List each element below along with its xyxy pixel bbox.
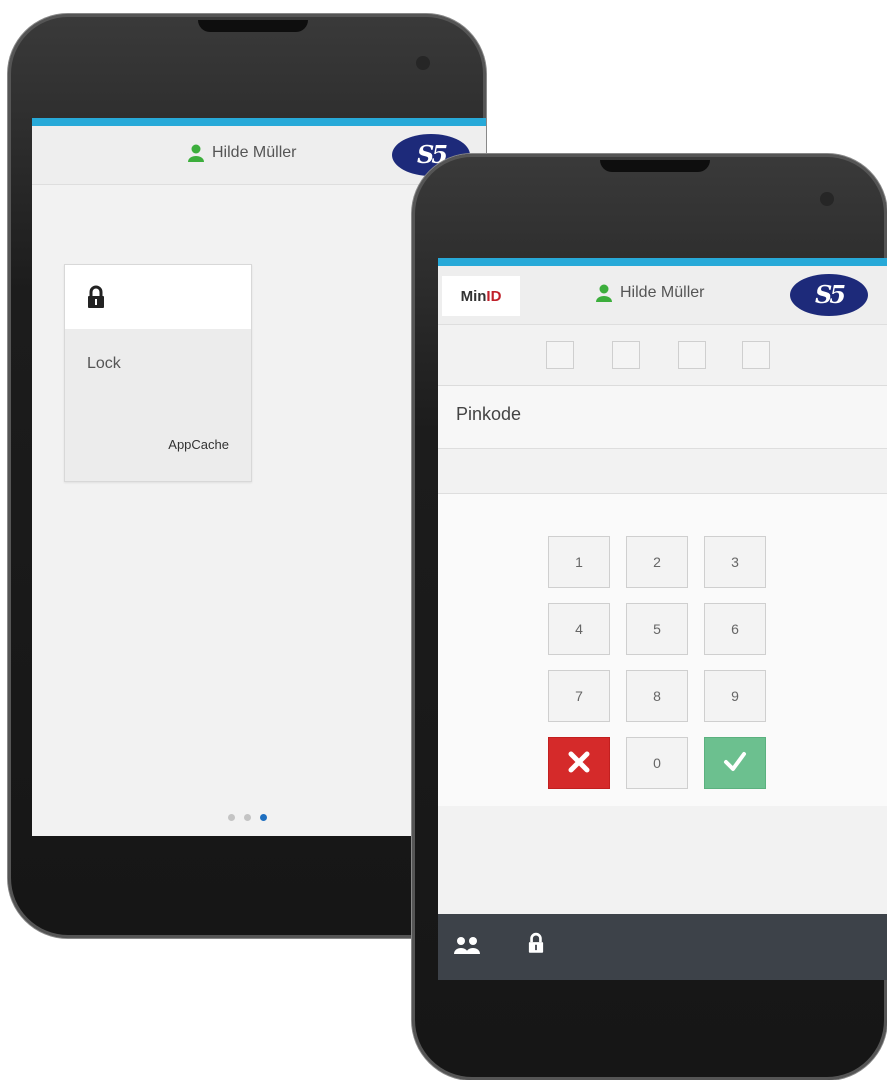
app-header: Min ID Hilde Müller S5 — [438, 266, 887, 325]
minid-logo: Min ID — [442, 276, 520, 316]
user-name: Hilde Müller — [212, 144, 297, 161]
page-dot[interactable] — [228, 814, 235, 821]
key-1[interactable]: 1 — [548, 536, 610, 588]
bottom-nav-bar — [438, 914, 887, 980]
brand-suffix: ID — [486, 287, 502, 305]
app-header: Hilde Müller S5 — [32, 126, 486, 185]
key-4[interactable]: 4 — [548, 603, 610, 655]
cancel-button[interactable] — [548, 737, 610, 789]
phone-earpiece — [198, 20, 308, 32]
users-icon[interactable] — [454, 936, 480, 959]
user-icon — [596, 284, 612, 302]
lock-icon[interactable] — [528, 932, 544, 959]
key-7[interactable]: 7 — [548, 670, 610, 722]
logo-text: S5 — [814, 279, 846, 309]
keypad: 1 2 3 4 5 6 7 8 9 0 — [438, 494, 887, 806]
pin-digit-box — [546, 341, 574, 369]
key-5[interactable]: 5 — [626, 603, 688, 655]
accent-bar — [438, 258, 887, 266]
confirm-button[interactable] — [704, 737, 766, 789]
pin-digit-boxes — [438, 325, 887, 386]
tile-sub-label: AppCache — [168, 437, 229, 452]
s5-logo: S5 — [790, 274, 868, 316]
pin-digit-box — [612, 341, 640, 369]
page-dot[interactable] — [244, 814, 251, 821]
user-info[interactable]: Hilde Müller — [596, 284, 704, 302]
accent-bar — [32, 118, 486, 126]
phone-right: Min ID Hilde Müller S5 Pinkode 1 2 3 4 5… — [412, 154, 887, 1080]
close-icon — [568, 751, 590, 776]
brand-prefix: Min — [460, 287, 487, 305]
key-2[interactable]: 2 — [626, 536, 688, 588]
key-0[interactable]: 0 — [626, 737, 688, 789]
phone-earpiece — [600, 160, 710, 172]
phone-camera — [416, 56, 430, 70]
app-tile-lock[interactable]: Lock AppCache — [64, 264, 252, 482]
user-name: Hilde Müller — [620, 284, 705, 301]
pin-input-field[interactable] — [438, 449, 887, 494]
pin-digit-box — [678, 341, 706, 369]
tile-header — [65, 265, 251, 329]
user-icon — [188, 144, 204, 162]
phone-camera — [820, 192, 834, 206]
user-info[interactable]: Hilde Müller — [188, 144, 296, 162]
page-indicator[interactable] — [228, 814, 267, 821]
page-dot-active[interactable] — [260, 814, 267, 821]
key-8[interactable]: 8 — [626, 670, 688, 722]
key-9[interactable]: 9 — [704, 670, 766, 722]
check-icon — [723, 751, 747, 776]
pin-label-row: Pinkode — [438, 386, 887, 449]
lock-icon — [87, 285, 105, 314]
pin-digit-box — [742, 341, 770, 369]
key-3[interactable]: 3 — [704, 536, 766, 588]
phone-right-screen: Min ID Hilde Müller S5 Pinkode 1 2 3 4 5… — [438, 258, 887, 980]
tile-label: Lock — [87, 355, 121, 372]
pin-label: Pinkode — [456, 404, 522, 424]
key-6[interactable]: 6 — [704, 603, 766, 655]
